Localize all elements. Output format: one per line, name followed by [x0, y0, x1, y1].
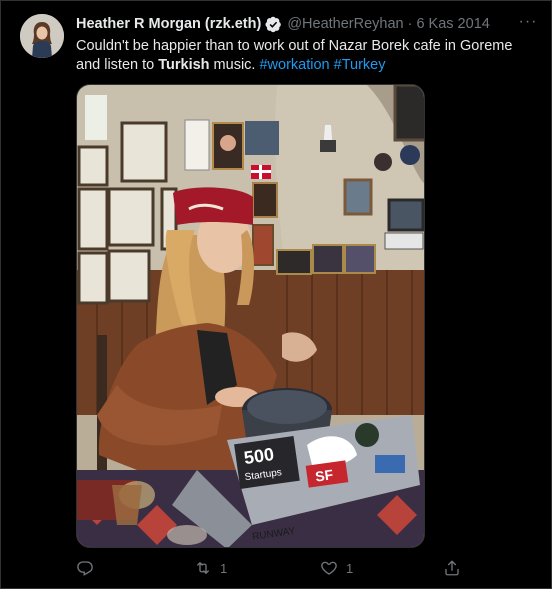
hashtag-workation[interactable]: #workation: [259, 57, 329, 73]
reply-button[interactable]: [76, 556, 102, 580]
sticker-500-text: 500: [243, 444, 276, 468]
author-handle[interactable]: @HeatherReyhan: [287, 16, 403, 32]
avatar-image: [20, 14, 64, 58]
share-icon: [445, 560, 459, 576]
tweet-photo[interactable]: 500 Startups SF RUNWAY: [76, 84, 425, 548]
reply-icon: [77, 561, 93, 576]
verified-badge-icon: [265, 16, 282, 32]
tweet-card[interactable]: Heather R Morgan (rzk.eth) @HeatherReyha…: [0, 0, 552, 589]
action-bar: 1 1: [76, 556, 476, 580]
cafe-photo: 500 Startups SF RUNWAY: [77, 85, 424, 547]
avatar[interactable]: [20, 14, 64, 58]
heart-icon: [321, 561, 337, 575]
like-count: 1: [346, 560, 354, 576]
more-options-icon[interactable]: ···: [517, 13, 539, 33]
tweet-text-part2: music.: [209, 57, 260, 73]
retweet-icon: [197, 562, 209, 574]
tweet-header: Heather R Morgan (rzk.eth) @HeatherReyha…: [76, 14, 490, 34]
retweet-count: 1: [220, 560, 228, 576]
like-button[interactable]: 1: [320, 556, 353, 580]
tweet-text-bold: Turkish: [158, 57, 210, 73]
sticker-sf-text: SF: [314, 466, 334, 484]
retweet-button[interactable]: 1: [194, 556, 227, 580]
share-button[interactable]: [443, 556, 461, 580]
hashtag-turkey[interactable]: #Turkey: [334, 57, 386, 73]
tweet-text: Couldn't be happier than to work out of …: [76, 37, 536, 75]
author-name[interactable]: Heather R Morgan (rzk.eth): [76, 16, 261, 32]
separator-dot: ·: [407, 16, 413, 32]
tweet-date[interactable]: 6 Kas 2014: [416, 16, 489, 32]
